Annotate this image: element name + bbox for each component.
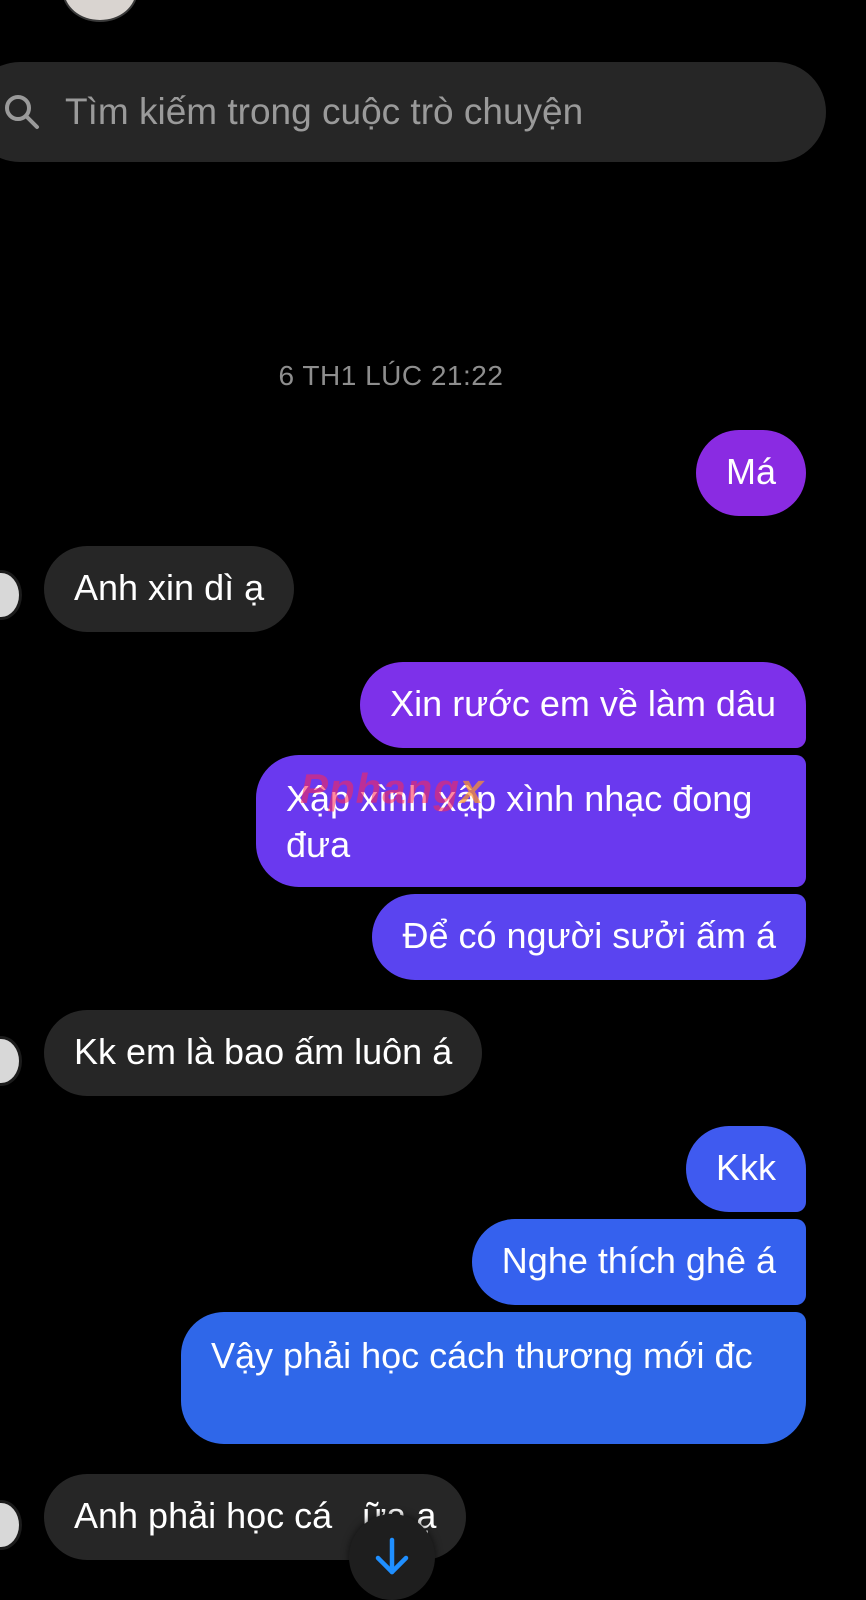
outgoing-message[interactable]: Vậy phải học cách thương mới đc (181, 1312, 806, 1444)
incoming-message[interactable]: Kk em là bao ấm luôn á (44, 1010, 483, 1096)
scroll-to-bottom-button[interactable] (349, 1514, 435, 1600)
incoming-message[interactable]: Anh xin dì ạ (44, 546, 295, 632)
outgoing-message[interactable]: Má (695, 430, 806, 516)
contact-avatar[interactable] (62, 0, 138, 22)
outgoing-message[interactable]: Nghe thích ghê á (471, 1219, 806, 1305)
outgoing-message[interactable]: Để có người sưởi ấm á (372, 894, 806, 980)
sender-avatar[interactable] (0, 570, 22, 620)
outgoing-message[interactable]: Kkk (685, 1126, 806, 1212)
sender-avatar[interactable] (0, 1036, 22, 1086)
outgoing-message[interactable]: Xập xình xập xình nhạc đong đưa (256, 755, 806, 887)
search-icon (2, 92, 42, 132)
message-timestamp: 6 TH1 LÚC 21:22 (278, 360, 504, 391)
sender-avatar[interactable] (0, 1500, 22, 1550)
search-placeholder[interactable]: Tìm kiếm trong cuộc trò chuyện (65, 92, 583, 132)
conversation-search-bar[interactable]: Tìm kiếm trong cuộc trò chuyện (0, 62, 826, 162)
outgoing-message[interactable]: Xin rước em về làm dâu (360, 662, 806, 748)
